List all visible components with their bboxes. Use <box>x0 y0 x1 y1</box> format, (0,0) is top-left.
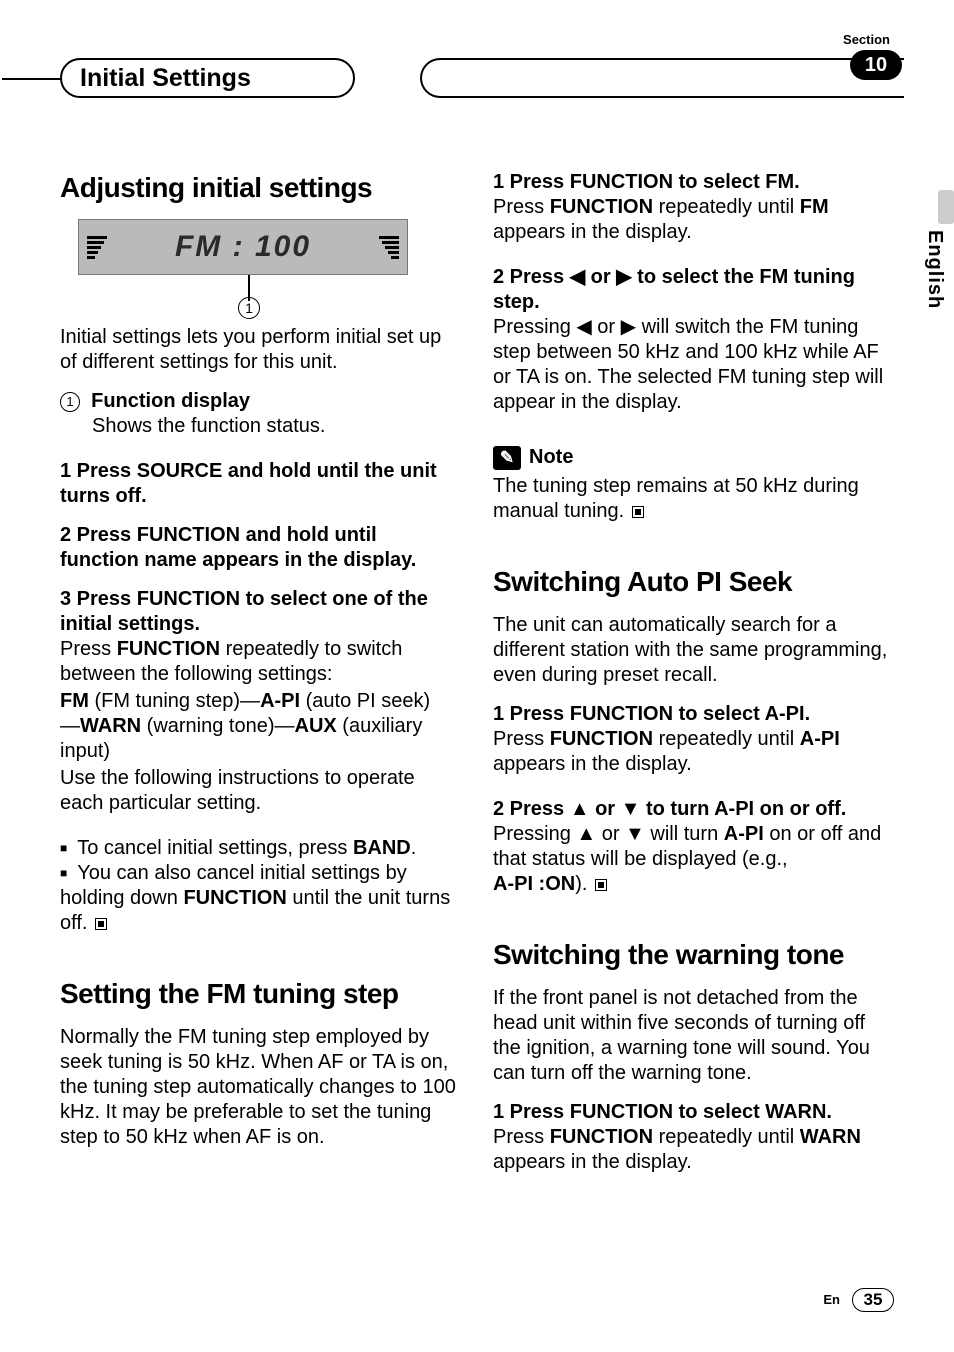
callout-number: 1 <box>238 297 260 319</box>
options-follow: Use the following instructions to operat… <box>60 766 461 816</box>
section-title-tab: Initial Settings <box>60 58 355 98</box>
lcd-illustration: FM : 100 1 <box>78 219 461 317</box>
heading-adjusting: Adjusting initial settings <box>60 170 461 205</box>
warn-step-1-body: Press FUNCTION repeatedly until WARN app… <box>493 1125 894 1175</box>
end-mark-icon <box>95 918 107 930</box>
language-side-tab: English <box>922 190 954 309</box>
step-1: 1 Press SOURCE and hold until the unit t… <box>60 459 461 509</box>
section-label: Section <box>843 32 890 48</box>
heading-warn: Switching the warning tone <box>493 937 894 972</box>
heading-api: Switching Auto PI Seek <box>493 564 894 599</box>
end-mark-icon <box>595 879 607 891</box>
bullets: To cancel initial settings, press BAND. … <box>60 836 461 936</box>
fm-step-2-body: Pressing ◀ or ▶ will switch the FM tunin… <box>493 315 894 415</box>
header-rule-right <box>420 58 904 98</box>
lcd-callout: 1 <box>78 275 408 317</box>
pencil-icon <box>493 446 521 470</box>
page-footer: En 35 <box>823 1288 894 1312</box>
language-name: English <box>922 230 947 309</box>
api-step-2: 2 Press ▲ or ▼ to turn A-PI on or off. <box>493 797 894 822</box>
language-tab-marker <box>938 190 954 224</box>
lcd-screen: FM : 100 <box>78 219 408 275</box>
left-column: Adjusting initial settings FM : 100 1 In… <box>60 170 461 1195</box>
function-display-title: Function display <box>91 390 250 412</box>
section-number-badge: 10 <box>850 50 902 80</box>
heading-fm-step: Setting the FM tuning step <box>60 976 461 1011</box>
options-list: FM (FM tuning step)—A-PI (auto PI seek) … <box>60 689 461 764</box>
step-2: 2 Press FUNCTION and hold until function… <box>60 523 461 573</box>
bullet-2: You can also cancel initial settings by … <box>60 861 461 936</box>
note-header: Note <box>493 445 894 470</box>
right-column: 1 Press FUNCTION to select FM. Press FUN… <box>493 170 894 1195</box>
section-title: Initial Settings <box>80 63 251 94</box>
fm-step-2: 2 Press ◀ or ▶ to select the FM tuning s… <box>493 265 894 315</box>
fm-intro: Normally the FM tuning step employed by … <box>60 1025 461 1150</box>
fm-step-1-body: Press FUNCTION repeatedly until FM appea… <box>493 195 894 245</box>
function-display-desc: Shows the function status. <box>92 414 461 439</box>
api-step-1: 1 Press FUNCTION to select A-PI. <box>493 702 894 727</box>
warn-step-1: 1 Press FUNCTION to select WARN. <box>493 1100 894 1125</box>
step-3-body: Press FUNCTION repeatedly to switch betw… <box>60 637 461 687</box>
footer-lang: En <box>823 1292 840 1308</box>
function-display-label: 1 Function display <box>60 389 461 414</box>
note-body: The tuning step remains at 50 kHz during… <box>493 474 894 524</box>
api-step-2-body: Pressing ▲ or ▼ will turn A-PI on or off… <box>493 822 894 897</box>
bullet-1: To cancel initial settings, press BAND. <box>60 836 461 861</box>
page-header: Section Initial Settings 10 <box>60 38 894 100</box>
warn-intro: If the front panel is not detached from … <box>493 986 894 1086</box>
lcd-text: FM : 100 <box>175 228 311 266</box>
end-mark-icon <box>632 506 644 518</box>
fm-step-1: 1 Press FUNCTION to select FM. <box>493 170 894 195</box>
note-label: Note <box>529 445 573 470</box>
footer-page-number: 35 <box>852 1288 894 1312</box>
step-3: 3 Press FUNCTION to select one of the in… <box>60 587 461 637</box>
api-intro: The unit can automatically search for a … <box>493 613 894 688</box>
circled-1: 1 <box>60 392 80 412</box>
api-step-1-body: Press FUNCTION repeatedly until A-PI app… <box>493 727 894 777</box>
intro-text: Initial settings lets you perform initia… <box>60 325 461 375</box>
